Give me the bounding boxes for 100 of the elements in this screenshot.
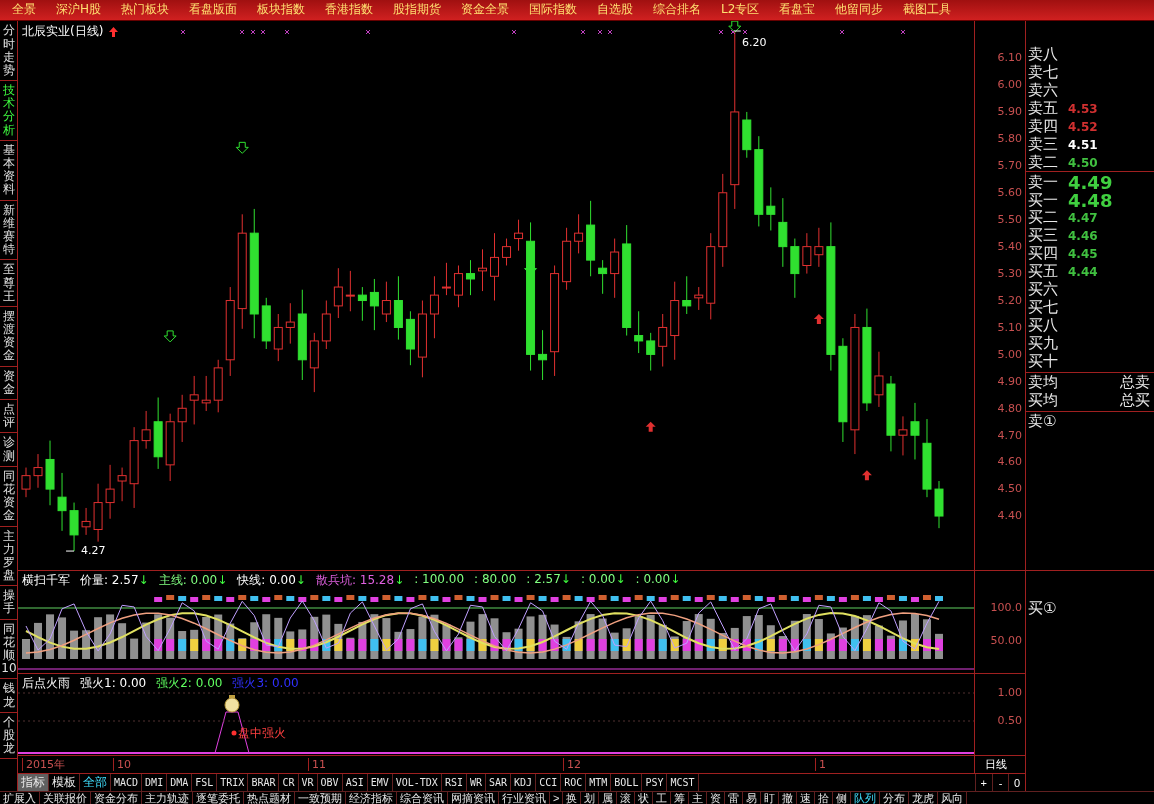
bottom-tab[interactable]: 分布 — [880, 792, 910, 804]
bottom-tab[interactable]: 盯 — [761, 792, 780, 804]
bottom-tab[interactable]: 龙虎 — [909, 792, 939, 804]
candlestick — [910, 402, 920, 461]
cross-mark-icon — [180, 29, 186, 35]
menu-item[interactable]: 看盘版面 — [181, 1, 246, 21]
menu-item[interactable]: 股指期货 — [385, 1, 450, 21]
menu-item[interactable]: 香港指数 — [317, 1, 382, 21]
bottom-tab[interactable]: 工 — [653, 792, 672, 804]
price-axis-label: 5.40 — [997, 240, 1022, 253]
sidebar-tab[interactable]: 分时走势 — [0, 21, 17, 82]
indicator-tab[interactable]: DMA — [167, 774, 193, 792]
bottom-tab[interactable]: 资 — [707, 792, 726, 804]
candlestick — [502, 238, 512, 267]
sidebar-tab[interactable]: 个股龙 — [0, 712, 17, 760]
candlestick — [574, 214, 584, 255]
cross-mark-icon — [597, 29, 603, 35]
sidebar-tab[interactable]: 操手 — [0, 586, 17, 620]
period-label[interactable]: 日线 — [975, 758, 1008, 772]
sidebar-tab[interactable]: 主力罗盘 — [0, 526, 17, 587]
menu-item[interactable]: 他留同步 — [827, 1, 892, 21]
candlestick — [934, 480, 944, 529]
candlestick — [478, 249, 487, 292]
legend-value: : 100.00 — [414, 572, 465, 589]
up-arrow-icon[interactable] — [109, 26, 119, 37]
bottom-tab[interactable]: 综合资讯 — [397, 792, 448, 804]
bottom-tab[interactable]: 一致预期 — [295, 792, 346, 804]
indicator-tab[interactable]: KDJ — [511, 774, 537, 792]
sidebar-tab[interactable]: 摆渡资金 — [0, 306, 17, 367]
bottom-tab[interactable]: 风向 — [938, 792, 968, 804]
menu-item[interactable]: L2专区 — [713, 1, 768, 21]
menu-item[interactable]: 全景 — [4, 1, 44, 21]
bottom-tab[interactable]: 主 — [689, 792, 708, 804]
menu-item[interactable]: 自选股 — [589, 1, 642, 21]
bottom-tab[interactable]: 行业资讯 — [499, 792, 550, 804]
indicator-tab[interactable]: 全部 — [80, 774, 111, 792]
candlestick — [357, 286, 367, 322]
order-level-label: 卖七 — [1028, 63, 1059, 82]
menu-item[interactable]: 国际指数 — [521, 1, 586, 21]
bottom-tab[interactable]: 主力轨迹 — [142, 792, 193, 804]
candlestick — [213, 359, 223, 414]
sidebar-tab[interactable]: 资金 — [0, 366, 17, 401]
order-price: 4.47 — [1068, 210, 1099, 225]
candlestick — [45, 440, 55, 507]
indicator-tab[interactable]: SAR — [486, 774, 512, 792]
bottom-tab[interactable]: 拾 — [815, 792, 834, 804]
bottom-tab[interactable]: 筹 — [671, 792, 690, 804]
indicator-tab[interactable]: CCI — [536, 774, 562, 792]
sidebar-tab[interactable]: 钱龙 — [0, 679, 17, 713]
cross-mark-icon — [718, 29, 724, 35]
candlestick — [189, 375, 199, 426]
menu-item[interactable]: 热门板块 — [113, 1, 178, 21]
sidebar-tab[interactable]: 技术分析 — [0, 81, 17, 141]
price-axis-label: 4.40 — [997, 510, 1022, 523]
indicator-tab[interactable]: MCST — [667, 774, 699, 792]
bottom-tab[interactable]: 经济指标 — [346, 792, 397, 804]
indicator-tab[interactable]: MTM — [586, 774, 612, 792]
cross-mark-icon — [607, 29, 613, 35]
sidebar-tab[interactable]: 同花资金 — [0, 466, 17, 527]
bottom-tab[interactable]: 热点题材 — [244, 792, 295, 804]
menu-item[interactable]: 截图工具 — [895, 1, 960, 21]
candlestick — [405, 311, 415, 367]
bottom-tab[interactable]: 属 — [599, 792, 618, 804]
indicator-tab[interactable]: 模板 — [49, 774, 80, 792]
bottom-tab[interactable]: 撤 — [779, 792, 798, 804]
bottom-tab[interactable]: 侧 — [833, 792, 852, 804]
indicator-tab[interactable]: MACD — [111, 774, 143, 792]
indicator-tab[interactable]: 指标 — [18, 774, 49, 792]
bottom-tab[interactable]: 易 — [743, 792, 762, 804]
bottom-tab[interactable]: > — [550, 792, 564, 804]
indicator-tab[interactable]: ROC — [561, 774, 587, 792]
indicator-tab[interactable]: DMI — [142, 774, 168, 792]
bottom-tab[interactable]: 速 — [797, 792, 816, 804]
menu-item[interactable]: 板块指数 — [249, 1, 314, 21]
candlestick — [93, 483, 103, 543]
sidebar-tab[interactable]: 至尊王 — [0, 260, 17, 307]
menu-item[interactable]: 深沪H股 — [48, 1, 110, 21]
bottom-tab[interactable]: 状 — [635, 792, 654, 804]
indicator-tab[interactable]: TRIX — [217, 774, 249, 792]
menu-item[interactable]: 看盘宝 — [771, 1, 824, 21]
bottom-tab[interactable]: 逐笔委托 — [193, 792, 244, 804]
bottom-tab[interactable]: 换 — [563, 792, 582, 804]
menu-item[interactable]: 资金全景 — [453, 1, 518, 21]
candlestick — [285, 303, 295, 345]
bottom-tab[interactable]: 资金分布 — [91, 792, 142, 804]
bottom-tab[interactable]: 扩展入 — [0, 792, 40, 804]
menu-item[interactable]: 综合排名 — [645, 1, 710, 21]
sidebar-tab[interactable]: 同花顺10 — [0, 619, 17, 680]
bottom-tab[interactable]: 队列 — [851, 792, 881, 804]
sidebar-tab[interactable]: 诊测 — [0, 433, 17, 467]
sidebar-tab[interactable]: 点评 — [0, 400, 17, 434]
bottom-tab[interactable]: 划 — [581, 792, 600, 804]
order-price: 4.51 — [1068, 137, 1099, 152]
bottom-tab[interactable]: 滚 — [617, 792, 636, 804]
sidebar-tab[interactable]: 基本资料 — [0, 140, 17, 201]
cross-mark-icon — [511, 29, 517, 35]
sidebar-tab[interactable]: 新维赛特 — [0, 200, 17, 261]
bottom-tab[interactable]: 关联报价 — [40, 792, 91, 804]
bottom-tab[interactable]: 雷 — [725, 792, 744, 804]
candlestick — [742, 111, 752, 159]
